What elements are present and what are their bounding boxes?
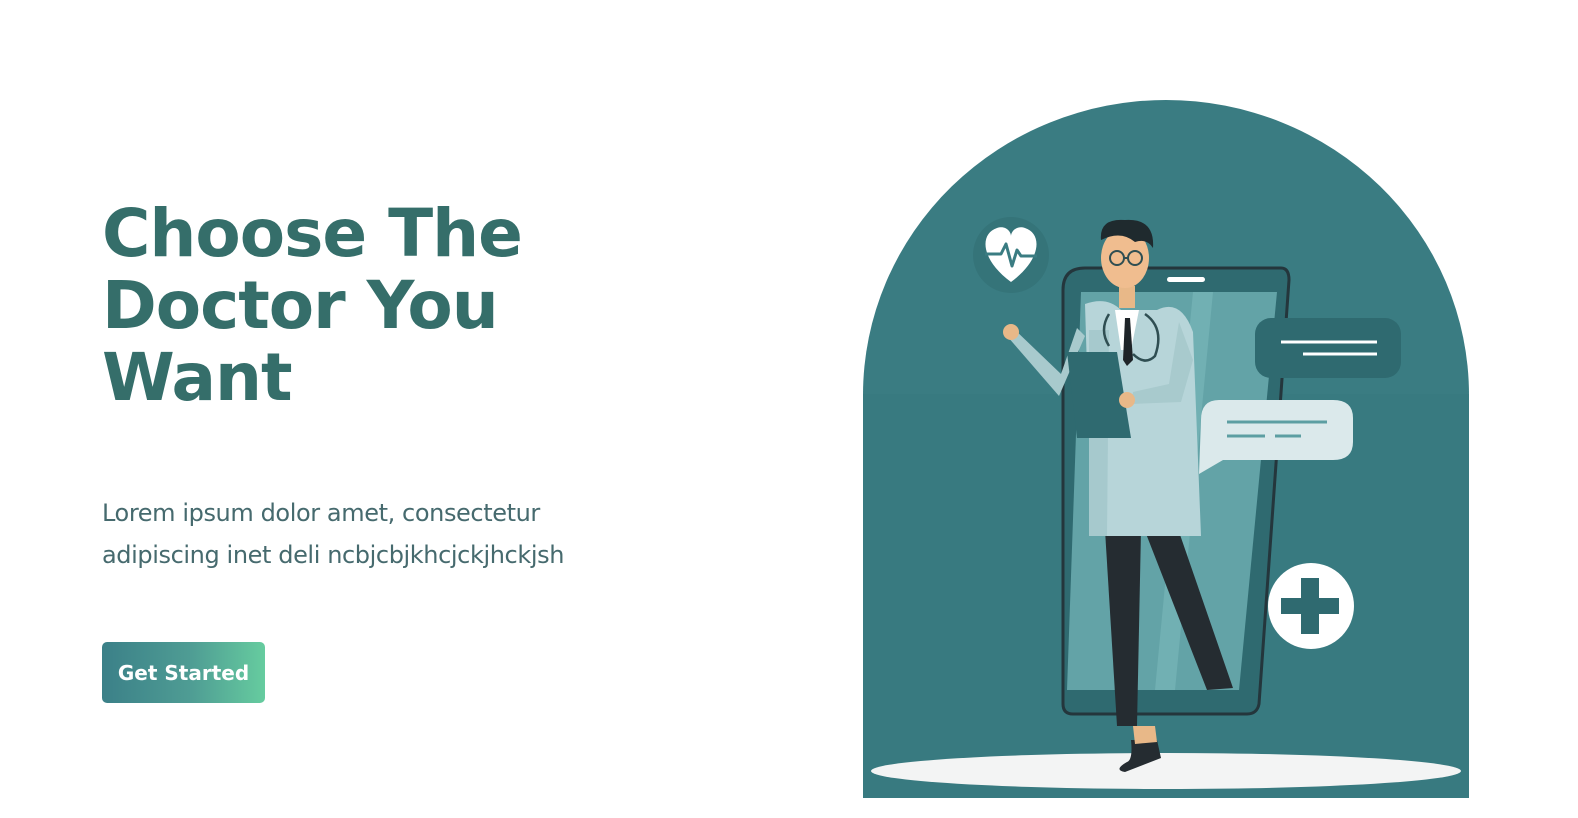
floor-ellipse	[871, 753, 1461, 789]
medical-cross-icon	[1268, 563, 1354, 649]
message-bubble-icon	[1255, 318, 1401, 378]
hero-description-line-2: adipiscing inet deli ncbjcbjkhcjckjhckjs…	[102, 541, 565, 569]
doctor-illustration	[863, 100, 1471, 800]
hero-title-line-2: Doctor You	[102, 267, 499, 344]
get-started-button[interactable]: Get Started	[102, 642, 265, 703]
hero-title-line-1: Choose The	[102, 195, 523, 272]
hero-description: Lorem ipsum dolor amet, consectetur adip…	[102, 492, 622, 576]
hero-description-line-1: Lorem ipsum dolor amet, consectetur	[102, 499, 540, 527]
illustration-canvas	[863, 100, 1469, 798]
hero-title-line-3: Want	[102, 339, 293, 416]
landing-page: Choose The Doctor You Want Lorem ipsum d…	[0, 0, 1578, 818]
hero-title: Choose The Doctor You Want	[102, 198, 662, 414]
heart-pulse-icon	[973, 217, 1049, 293]
hero-section: Choose The Doctor You Want Lorem ipsum d…	[102, 198, 662, 576]
